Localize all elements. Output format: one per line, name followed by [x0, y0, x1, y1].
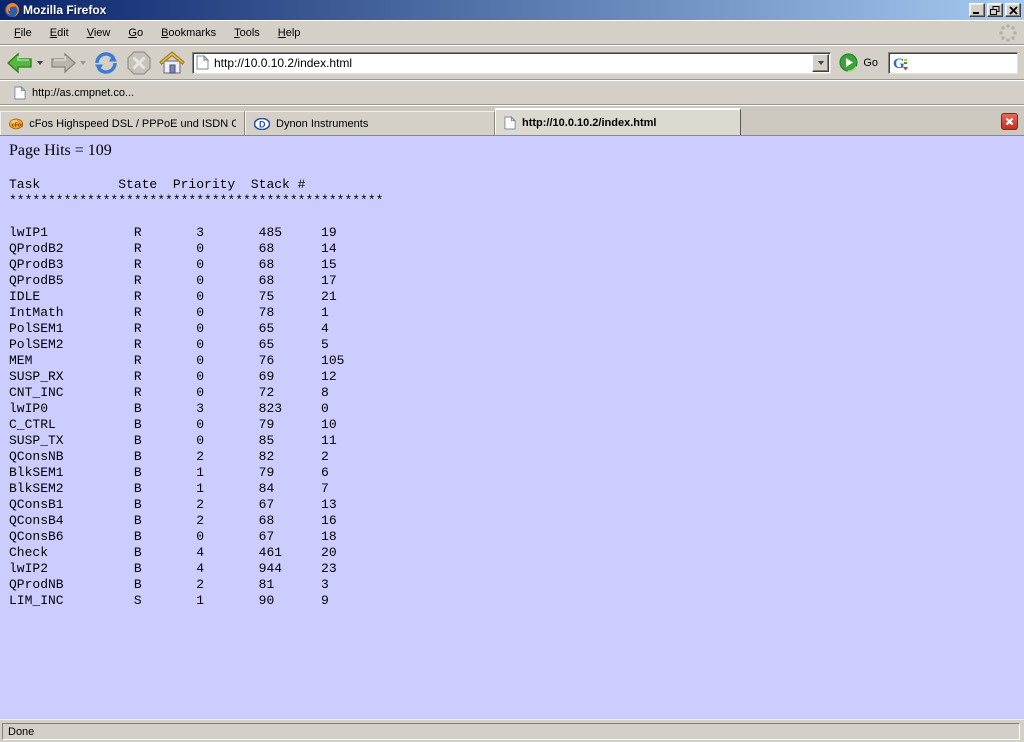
- url-bar[interactable]: http://10.0.10.2/index.html: [192, 52, 831, 74]
- page-hits-text: Page Hits = 109: [9, 142, 1024, 160]
- restore-icon: [990, 6, 1000, 15]
- page-icon: [196, 55, 209, 70]
- menu-bookmarks[interactable]: Bookmarks: [152, 24, 225, 42]
- menu-edit[interactable]: Edit: [41, 24, 78, 42]
- google-icon: G: [892, 54, 910, 72]
- svg-text:D: D: [259, 119, 266, 129]
- menu-tools[interactable]: Tools: [225, 24, 269, 42]
- status-bar: Done: [0, 719, 1024, 742]
- tab-label: Dynon Instruments: [276, 118, 368, 130]
- status-text: Done: [8, 726, 34, 738]
- home-icon: [158, 50, 186, 76]
- menu-file[interactable]: File: [5, 24, 41, 42]
- url-dropdown-button[interactable]: [812, 54, 829, 72]
- tab-label: http://10.0.10.2/index.html: [522, 117, 656, 129]
- navigation-toolbar: http://10.0.10.2/index.html Go G: [0, 45, 1024, 80]
- forward-icon: [49, 51, 77, 75]
- bookmark-item[interactable]: http://as.cmpnet.co...: [8, 84, 140, 102]
- url-dropdown-caret: [818, 61, 824, 65]
- go-icon: [839, 53, 858, 72]
- reload-icon: [92, 50, 120, 76]
- tab-label: cFos Highspeed DSL / PPPoE und ISDN CAP.…: [29, 118, 236, 130]
- reload-button[interactable]: [92, 50, 120, 76]
- tab-bar: cFos cFos Highspeed DSL / PPPoE und ISDN…: [0, 105, 1024, 136]
- close-icon: [1005, 117, 1014, 126]
- back-button[interactable]: [6, 51, 43, 75]
- go-label: Go: [863, 57, 878, 69]
- svg-text:G: G: [893, 56, 905, 72]
- status-panel: Done: [2, 723, 1020, 740]
- title-bar: Mozilla Firefox: [0, 0, 1024, 20]
- stop-icon: [126, 50, 152, 76]
- restore-button[interactable]: [987, 3, 1003, 17]
- go-button[interactable]: Go: [839, 53, 878, 72]
- page-content: Page Hits = 109 Task State Priority Stac…: [0, 136, 1024, 719]
- menu-bar: File Edit View Go Bookmarks Tools Help: [0, 20, 1024, 45]
- menu-help[interactable]: Help: [269, 24, 310, 42]
- bookmark-label: http://as.cmpnet.co...: [32, 87, 134, 99]
- tab-dynon[interactable]: D Dynon Instruments: [245, 111, 495, 135]
- forward-button[interactable]: [49, 51, 86, 75]
- task-table-pre: Task State Priority Stack # ************…: [9, 177, 1024, 609]
- tab-cfos[interactable]: cFos cFos Highspeed DSL / PPPoE und ISDN…: [0, 111, 245, 135]
- menu-go[interactable]: Go: [119, 24, 152, 42]
- bookmarks-bar: http://as.cmpnet.co...: [0, 80, 1024, 105]
- page-icon: [14, 86, 26, 100]
- back-dropdown-caret[interactable]: [37, 61, 43, 65]
- throbber-icon: [997, 22, 1019, 44]
- menu-view[interactable]: View: [78, 24, 120, 42]
- tab-active-index-html[interactable]: http://10.0.10.2/index.html: [495, 108, 741, 135]
- stop-button[interactable]: [126, 50, 152, 76]
- minimize-button[interactable]: [969, 3, 985, 17]
- firefox-icon: [4, 2, 20, 18]
- cfos-icon: cFos: [9, 117, 23, 130]
- window-title: Mozilla Firefox: [23, 3, 969, 17]
- minimize-icon: [972, 6, 982, 15]
- dynon-icon: D: [254, 118, 270, 130]
- search-box[interactable]: G: [888, 52, 1018, 74]
- close-icon: [1009, 6, 1018, 15]
- page-icon: [504, 116, 516, 130]
- url-input[interactable]: http://10.0.10.2/index.html: [214, 56, 812, 70]
- svg-text:cFos: cFos: [12, 123, 24, 129]
- home-button[interactable]: [158, 50, 186, 76]
- close-button[interactable]: [1005, 3, 1021, 17]
- close-tab-button[interactable]: [1001, 113, 1018, 130]
- back-icon: [6, 51, 34, 75]
- forward-dropdown-caret[interactable]: [80, 61, 86, 65]
